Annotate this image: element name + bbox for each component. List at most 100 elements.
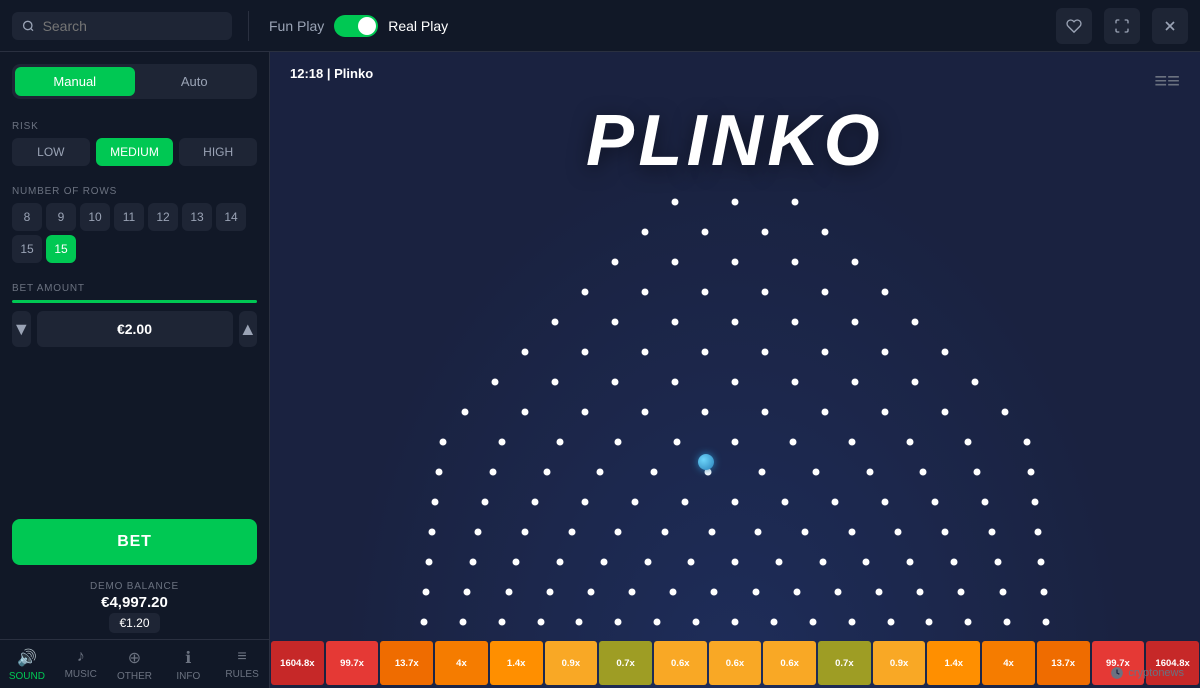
peg	[982, 499, 989, 506]
peg	[999, 589, 1006, 596]
peg	[464, 589, 471, 596]
bet-button[interactable]: BET	[12, 519, 257, 565]
peg	[423, 589, 430, 596]
real-play-label: Real Play	[388, 18, 448, 34]
mode-toggle-switch[interactable]	[334, 15, 378, 37]
nav-info[interactable]: ℹ INFO	[161, 640, 215, 688]
multiplier-cell: 13.7x	[1037, 641, 1090, 685]
peg	[792, 259, 799, 266]
peg	[988, 529, 995, 536]
peg	[672, 379, 679, 386]
peg	[907, 559, 914, 566]
search-input[interactable]	[43, 18, 222, 34]
peg	[546, 589, 553, 596]
peg	[440, 439, 447, 446]
peg	[822, 229, 829, 236]
peg-grid	[385, 192, 1085, 638]
header-divider	[248, 11, 249, 41]
peg	[932, 499, 939, 506]
toggle-knob	[358, 17, 376, 35]
fullscreen-button[interactable]	[1104, 8, 1140, 44]
risk-medium[interactable]: MEDIUM	[96, 138, 174, 166]
peg	[882, 349, 889, 356]
row-10[interactable]: 10	[80, 203, 110, 231]
main-layout: Manual Auto RISK LOW MEDIUM HIGH NUMBER …	[0, 52, 1200, 688]
peg	[693, 619, 700, 626]
peg	[1035, 529, 1042, 536]
peg	[972, 379, 979, 386]
peg	[557, 559, 564, 566]
demo-badge: €1.20	[109, 613, 159, 633]
peg	[651, 469, 658, 476]
peg	[469, 559, 476, 566]
peg	[848, 619, 855, 626]
nav-other[interactable]: ⊕ OTHER	[108, 640, 162, 688]
peg	[615, 529, 622, 536]
peg	[522, 529, 529, 536]
bet-amount-input[interactable]	[37, 311, 233, 347]
row-14[interactable]: 14	[216, 203, 246, 231]
row-15[interactable]: 15	[12, 235, 42, 263]
nav-music[interactable]: ♪ MUSIC	[54, 640, 108, 688]
peg	[732, 259, 739, 266]
bet-amount-bar	[12, 300, 257, 303]
decrease-bet-button[interactable]: ▼	[12, 311, 31, 347]
peg	[907, 439, 914, 446]
peg	[1040, 589, 1047, 596]
multiplier-cell: 99.7x	[326, 641, 379, 685]
peg	[435, 469, 442, 476]
search-box[interactable]	[12, 12, 232, 40]
row-11[interactable]: 11	[114, 203, 144, 231]
row-8[interactable]: 8	[12, 203, 42, 231]
peg	[642, 349, 649, 356]
peg	[702, 229, 709, 236]
peg	[863, 559, 870, 566]
bottom-nav: 🔊 SOUND ♪ MUSIC ⊕ OTHER ℹ INFO ≡ RULES	[0, 639, 269, 688]
fun-play-label: Fun Play	[269, 18, 324, 34]
peg	[732, 319, 739, 326]
sound-icon: 🔊	[17, 648, 37, 668]
peg	[942, 529, 949, 536]
increase-bet-button[interactable]: ▲	[239, 311, 258, 347]
row-15-active[interactable]: 15	[46, 235, 76, 263]
peg	[673, 439, 680, 446]
nav-rules[interactable]: ≡ RULES	[215, 640, 269, 688]
risk-high[interactable]: HIGH	[179, 138, 257, 166]
peg	[942, 409, 949, 416]
multiplier-cell: 0.6x	[709, 641, 762, 685]
row-13[interactable]: 13	[182, 203, 212, 231]
risk-low[interactable]: LOW	[12, 138, 90, 166]
peg	[822, 289, 829, 296]
auto-tab[interactable]: Auto	[135, 67, 255, 96]
peg	[1032, 499, 1039, 506]
watermark-text: cryptonews	[1128, 667, 1184, 679]
peg	[582, 349, 589, 356]
manual-tab[interactable]: Manual	[15, 67, 135, 96]
peg	[587, 589, 594, 596]
peg	[662, 529, 669, 536]
peg	[762, 229, 769, 236]
nav-sound[interactable]: 🔊 SOUND	[0, 640, 54, 688]
row-9[interactable]: 9	[46, 203, 76, 231]
rules-icon: ≡	[237, 648, 246, 666]
row-12[interactable]: 12	[148, 203, 178, 231]
ball	[698, 454, 714, 470]
multiplier-cell: 1.4x	[490, 641, 543, 685]
hash-icon[interactable]: ≡≡	[1154, 68, 1180, 94]
favorite-button[interactable]	[1056, 8, 1092, 44]
close-button[interactable]	[1152, 8, 1188, 44]
peg	[612, 379, 619, 386]
peg	[1002, 409, 1009, 416]
peg	[790, 439, 797, 446]
peg	[498, 619, 505, 626]
peg	[702, 289, 709, 296]
peg	[792, 199, 799, 206]
peg	[732, 499, 739, 506]
peg	[852, 379, 859, 386]
demo-balance: DEMO BALANCE €4,997.20 €1.20	[0, 577, 269, 639]
game-title: Plinko	[334, 66, 373, 81]
peg	[428, 529, 435, 536]
header: Fun Play Real Play	[0, 0, 1200, 52]
peg	[632, 499, 639, 506]
demo-balance-label: DEMO BALANCE	[12, 581, 257, 592]
